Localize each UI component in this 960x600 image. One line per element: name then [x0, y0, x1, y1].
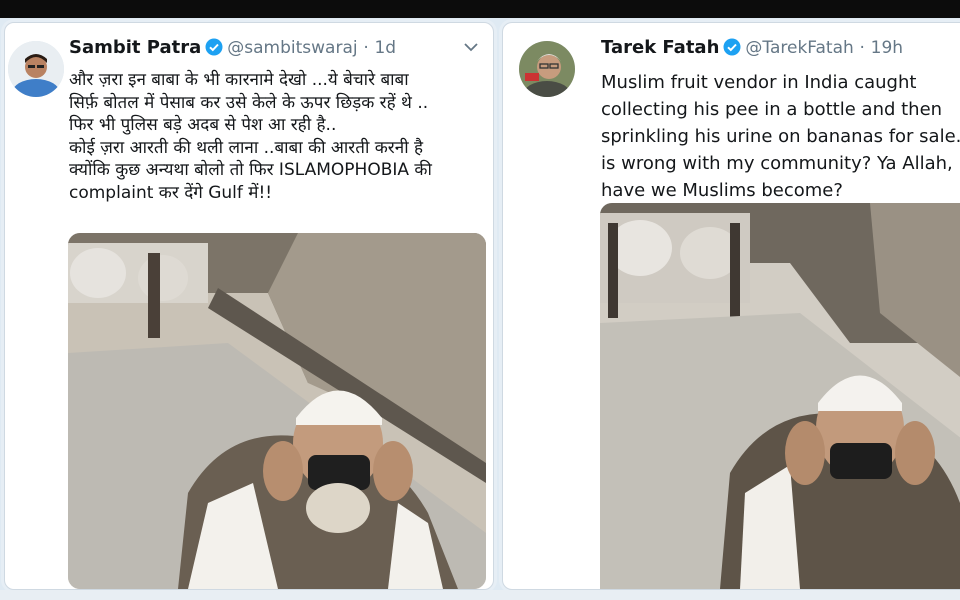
tweet-header: Tarek Fatah @TarekFatah · 19h [601, 37, 903, 61]
author-name[interactable]: Tarek Fatah [601, 37, 719, 58]
tweet-text-line: सिर्फ़ बोतल में पेसाब कर उसे केले के ऊपर… [69, 92, 429, 113]
tweet-text-line: फिर भी पुलिस बड़े अदब से पेश आ रही है.. [69, 115, 337, 135]
tweet-text-line: is wrong with my community? Ya Allah, [601, 153, 953, 174]
top-black-bar [0, 0, 960, 18]
avatar[interactable] [519, 41, 575, 97]
author-handle[interactable]: @TarekFatah [745, 38, 853, 58]
bottom-strip [0, 590, 960, 600]
separator-dot: · [859, 38, 865, 58]
tweet-card-tarek[interactable]: Tarek Fatah @TarekFatah · 19h Muslim frui… [502, 22, 960, 590]
video-frame [600, 203, 960, 589]
tweet-video[interactable] [68, 233, 486, 589]
tweet-text-line: कोई ज़रा आरती की थली लाना ..बाबा की आरती… [69, 137, 424, 158]
tweet-text: और ज़रा इन बाबा के भी कारनामे देखो ...ये… [69, 69, 432, 204]
verified-badge-icon [723, 38, 741, 61]
tweet-text-line: complaint कर देंगे Gulf में!! [69, 182, 273, 203]
tweet-card-sambit[interactable]: Sambit Patra @sambitswaraj · 1d और ज़रा इ… [4, 22, 494, 590]
tweet-time[interactable]: 1d [374, 38, 396, 58]
tweet-text: Muslim fruit vendor in India caught coll… [601, 69, 960, 204]
avatar-image [8, 41, 64, 97]
avatar-image [519, 41, 575, 97]
tweet-text-line: क्योंकि कुछ अन्यथा बोलो तो फिर ISLAMOPHO… [69, 160, 432, 180]
chevron-down-icon[interactable] [463, 39, 479, 59]
tweet-time[interactable]: 19h [871, 38, 903, 58]
separator-dot: · [363, 38, 369, 58]
verified-badge-icon [205, 38, 223, 61]
author-name[interactable]: Sambit Patra [69, 37, 201, 58]
tweet-text-line: sprinkling his urine on bananas for sale… [601, 126, 960, 147]
author-handle[interactable]: @sambitswaraj [227, 38, 357, 58]
tweet-text-line: Muslim fruit vendor in India caught [601, 72, 917, 93]
tweet-text-line: have we Muslims become? [601, 180, 843, 201]
tweet-text-line: collecting his pee in a bottle and then [601, 99, 943, 120]
avatar[interactable] [8, 41, 64, 97]
tweet-text-line: और ज़रा इन बाबा के भी कारनामे देखो ...ये… [69, 70, 409, 90]
video-frame [68, 233, 486, 589]
tweet-header: Sambit Patra @sambitswaraj · 1d [69, 37, 396, 61]
tweet-video[interactable] [600, 203, 960, 589]
